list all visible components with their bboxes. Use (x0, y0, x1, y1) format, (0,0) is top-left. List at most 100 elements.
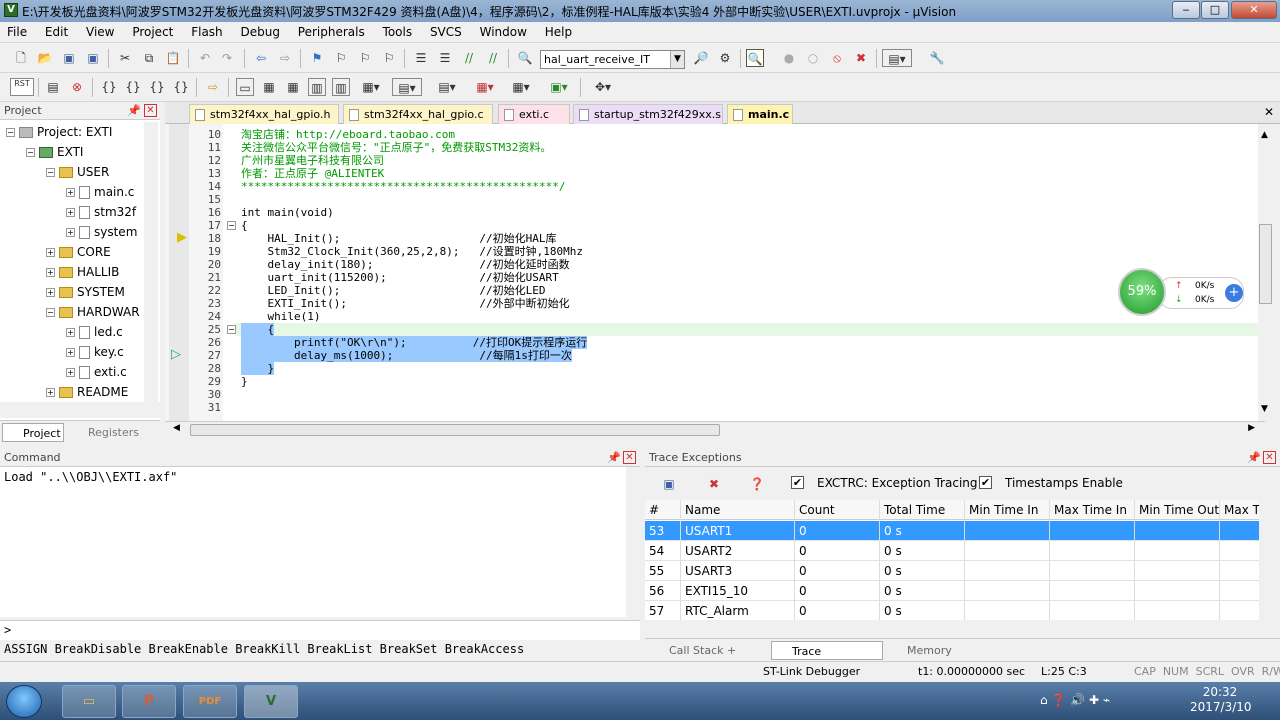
tree-folder-core[interactable]: + CORE (46, 242, 111, 262)
kill-all-breakpoints-icon[interactable]: ✖ (852, 49, 870, 67)
disable-all-breakpoints-icon[interactable]: ⦸ (828, 49, 846, 67)
maximize-button[interactable]: □ (1201, 1, 1229, 19)
fold-marker-icon[interactable]: − (227, 221, 236, 230)
step-into-icon[interactable]: {} (100, 78, 118, 96)
vscroll-thumb[interactable] (1259, 224, 1272, 304)
tray-icons[interactable]: ⌂ ❓ 🔊 ✚ ⌁ (1040, 693, 1110, 707)
tree-file-main[interactable]: + main.c (66, 182, 134, 202)
close-pane-icon[interactable]: ✕ (623, 451, 636, 464)
indent-icon[interactable]: ☰ (412, 49, 430, 67)
menu-file[interactable]: File (0, 22, 34, 43)
close-pane-icon[interactable]: ✕ (1263, 451, 1276, 464)
comment-icon[interactable]: // (460, 49, 478, 67)
trace-vertical-scrollbar[interactable] (1259, 520, 1275, 620)
timestamps-checkbox[interactable]: ✔ (979, 476, 992, 489)
clear-bookmarks-icon[interactable]: ⚐ (380, 49, 398, 67)
tree-folder-user[interactable]: − USER (46, 162, 109, 182)
run-to-cursor-icon[interactable]: {} (172, 78, 190, 96)
unindent-icon[interactable]: ☰ (436, 49, 454, 67)
uncomment-icon[interactable]: // (484, 49, 502, 67)
cut-icon[interactable]: ✂ (116, 49, 134, 67)
menu-svcs[interactable]: SVCS (423, 22, 469, 43)
save-trace-icon[interactable]: ▣ (660, 475, 678, 493)
registers-icon[interactable]: ▥ (308, 78, 326, 96)
window-layout-icon[interactable]: ▤▾ (882, 49, 912, 67)
uvision-taskbar-icon[interactable]: V (244, 685, 298, 718)
step-out-icon[interactable]: {} (148, 78, 166, 96)
tab-main-c[interactable]: main.c (727, 104, 793, 124)
close-button[interactable]: ✕ (1231, 1, 1277, 19)
tab-startup-s[interactable]: startup_stm32f429xx.s (573, 104, 723, 124)
breakpoint-icon[interactable]: ● (780, 49, 798, 67)
fold-marker-icon[interactable]: − (227, 325, 236, 334)
tree-vertical-scrollbar[interactable] (144, 122, 158, 402)
code-editor[interactable]: ▶ ▷ 10 淘宝店铺：http://eboard.taobao.com 11 关注微… (165, 124, 1265, 421)
trace-horizontal-scrollbar[interactable] (645, 620, 1259, 636)
table-row[interactable]: 53 USART1 0 0 s (645, 521, 1259, 541)
network-speed-widget[interactable]: ↑ 0K/s ↓ 0K/s + 59% (1118, 268, 1246, 316)
find-icon[interactable]: 🔎 (692, 49, 710, 67)
col-name[interactable]: Name (681, 500, 795, 520)
debug-session-icon[interactable]: 🔍 (746, 49, 764, 67)
paste-icon[interactable]: 📋 (164, 49, 182, 67)
tab-call-stack[interactable]: Call Stack + Locals (649, 641, 767, 676)
disable-breakpoint-icon[interactable]: ○ (804, 49, 822, 67)
show-next-statement-icon[interactable]: ⇨ (204, 78, 222, 96)
command-input[interactable]: > (0, 620, 640, 640)
stop-icon[interactable]: ⊗ (68, 78, 86, 96)
copy-icon[interactable]: ⧉ (140, 49, 158, 67)
menu-window[interactable]: Window (473, 22, 534, 43)
open-file-icon[interactable]: 📂 (36, 49, 54, 67)
col-max-time-in[interactable]: Max Time In (1050, 500, 1135, 520)
tree-file-exti[interactable]: + exti.c (66, 362, 127, 382)
step-over-icon[interactable]: {} (124, 78, 142, 96)
tab-memory-1[interactable]: Memory 1 (887, 641, 959, 676)
col-max-time[interactable]: Max Time (1220, 500, 1259, 520)
table-row[interactable]: 55 USART3 0 0 s (645, 561, 1259, 581)
symbols-icon[interactable]: ▦ (284, 78, 302, 96)
new-file-icon[interactable]: 🗋 (12, 49, 30, 67)
memory-window-icon[interactable]: ▤▾ (392, 78, 422, 96)
table-row[interactable]: 57 RTC_Alarm 0 0 s (645, 601, 1259, 620)
menu-view[interactable]: View (79, 22, 121, 43)
menu-edit[interactable]: Edit (38, 22, 75, 43)
tree-folder-hardware[interactable]: − HARDWAR (46, 302, 140, 322)
pdf-reader-icon[interactable]: PDF (183, 685, 237, 718)
bookmark-icon[interactable]: ⚑ (308, 49, 326, 67)
scroll-down-icon[interactable]: ▼ (1261, 404, 1268, 414)
tree-file-stm32f[interactable]: + stm32f (66, 202, 136, 222)
col-count[interactable]: Count (795, 500, 880, 520)
nav-back-icon[interactable]: ⇦ (252, 49, 270, 67)
editor-vertical-scrollbar[interactable]: ▲ ▼ (1258, 124, 1274, 421)
editor-horizontal-scrollbar[interactable]: ◀ ▶ (165, 421, 1265, 439)
command-window-icon[interactable]: ▭ (236, 78, 254, 96)
minimize-button[interactable]: ‒ (1172, 1, 1200, 19)
tree-folder-readme[interactable]: + README (46, 382, 128, 402)
analysis-window-icon[interactable]: ▦▾ (470, 78, 500, 96)
find-in-files-icon[interactable]: 🔍 (516, 49, 534, 67)
tab-trace-exceptions[interactable]: Trace Exceptions (771, 641, 883, 677)
col-num[interactable]: # (645, 500, 681, 520)
undo-icon[interactable]: ↶ (196, 49, 214, 67)
call-stack-icon[interactable]: ▥ (332, 78, 350, 96)
menu-help[interactable]: Help (538, 22, 579, 43)
trace-window-icon[interactable]: ▦▾ (506, 78, 536, 96)
configure-icon[interactable]: 🔧 (928, 49, 946, 67)
tab-exti-c[interactable]: exti.c (498, 104, 570, 124)
plus-icon[interactable]: + (1225, 284, 1243, 302)
col-min-time-out[interactable]: Min Time Out (1135, 500, 1220, 520)
redo-icon[interactable]: ↷ (218, 49, 236, 67)
menu-flash[interactable]: Flash (184, 22, 229, 43)
incremental-find-icon[interactable]: ⚙ (716, 49, 734, 67)
system-viewer-icon[interactable]: ▣▾ (544, 78, 574, 96)
menu-debug[interactable]: Debug (233, 22, 286, 43)
file-explorer-icon[interactable]: ▭ (62, 685, 116, 718)
disassembly-icon[interactable]: ▦ (260, 78, 278, 96)
command-vertical-scrollbar[interactable] (626, 467, 640, 617)
scroll-left-icon[interactable]: ◀ (173, 423, 180, 433)
tree-horizontal-scrollbar[interactable] (0, 402, 160, 418)
clock[interactable]: 20:32 2017/3/10 (1190, 685, 1252, 715)
serial-window-icon[interactable]: ▤▾ (432, 78, 462, 96)
save-all-icon[interactable]: ▣ (84, 49, 102, 67)
tree-root[interactable]: − Project: EXTI (6, 122, 112, 142)
